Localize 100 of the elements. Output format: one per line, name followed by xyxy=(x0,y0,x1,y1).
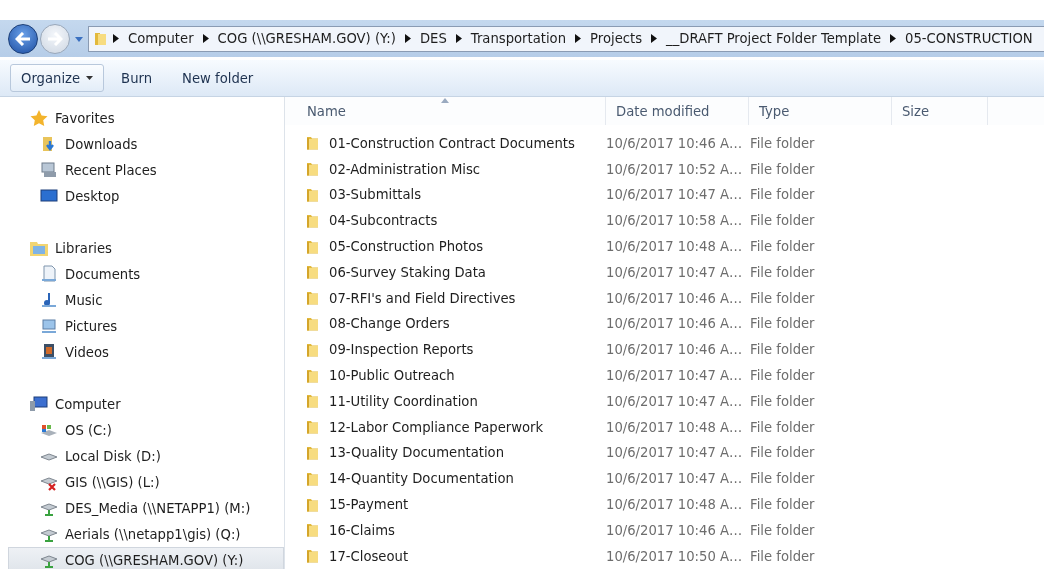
chevron-icon[interactable] xyxy=(202,34,209,43)
address-bar[interactable]: Computer COG (\\GRESHAM.GOV) (Y:) DES Transportation Projects __DRAFT Project Folder Template 05-CONSTRUCTION xyxy=(88,25,1044,52)
library-icon xyxy=(29,239,49,257)
file-type: File folder xyxy=(750,135,815,151)
navigation-item[interactable]: Desktop xyxy=(8,183,284,209)
file-name[interactable]: 15-Payment xyxy=(329,497,409,512)
folder-icon xyxy=(305,548,321,565)
navigation-item[interactable]: Documents xyxy=(8,261,284,287)
toolbar-button[interactable]: New folder xyxy=(169,64,267,92)
date-modified: 10/6/2017 10:47 A… xyxy=(606,368,743,383)
column-header[interactable]: Type xyxy=(749,97,892,126)
navigation-item[interactable]: OS (C:) xyxy=(8,417,284,443)
breadcrumb-item[interactable]: Projects xyxy=(585,31,648,46)
column-header[interactable]: Name xyxy=(297,97,606,126)
file-type: File folder xyxy=(750,497,815,512)
navigation-item[interactable]: GIS (\\GIS) (L:) xyxy=(8,469,284,495)
file-name[interactable]: 13-Quality Documentation xyxy=(329,445,504,461)
folder-icon xyxy=(305,238,321,255)
file-name[interactable]: 17-Closeout xyxy=(329,548,409,564)
breadcrumb-item[interactable]: COG (\\GRESHAM.GOV) (Y:) xyxy=(212,31,401,46)
caret-icon xyxy=(86,76,94,80)
file-name[interactable]: 01-Construction Contract Documents xyxy=(329,135,575,151)
recent-places-icon xyxy=(39,161,59,179)
navigation-item[interactable]: COG (\\GRESHAM.GOV) (Y:) xyxy=(8,547,284,569)
file-name[interactable]: 12-Labor Compliance Paperwork xyxy=(329,419,544,435)
date-modified: 10/6/2017 10:46 A… xyxy=(606,342,743,358)
navigation-item[interactable]: Videos xyxy=(8,339,284,365)
breadcrumb-item[interactable]: Transportation xyxy=(465,31,572,46)
navigation-item[interactable]: DES_Media (\\NETAPP1) (M:) xyxy=(8,495,284,521)
date-modified: 10/6/2017 10:46 A… xyxy=(606,522,743,538)
chevron-icon[interactable] xyxy=(575,34,582,43)
chevron-icon[interactable] xyxy=(890,34,897,43)
folder-icon xyxy=(305,444,321,461)
file-name[interactable]: 09-Inspection Reports xyxy=(329,342,474,358)
date-modified: 10/6/2017 10:52 A… xyxy=(606,161,743,177)
date-modified: 10/6/2017 10:48 A… xyxy=(606,497,743,512)
chevron-icon[interactable] xyxy=(113,34,119,43)
folder-icon xyxy=(305,315,321,332)
chevron-icon[interactable] xyxy=(455,34,462,43)
date-modified: 10/6/2017 10:46 A… xyxy=(606,135,743,151)
navigation-item[interactable]: Music xyxy=(8,287,284,313)
date-modified: 10/6/2017 10:48 A… xyxy=(606,419,743,435)
navigation-item[interactable]: Local Disk (D:) xyxy=(8,443,284,469)
file-name[interactable]: 11-Utility Coordination xyxy=(329,393,478,409)
folder-icon xyxy=(305,186,321,203)
file-name[interactable]: 14-Quantity Documentation xyxy=(329,471,514,487)
date-modified: 10/6/2017 10:47 A… xyxy=(606,393,743,409)
back-arrow-icon xyxy=(15,31,31,46)
file-type: File folder xyxy=(750,316,815,332)
navigation-item[interactable]: Libraries xyxy=(8,235,284,261)
folder-icon xyxy=(305,367,321,384)
column-header[interactable]: Size xyxy=(892,97,988,126)
file-type: File folder xyxy=(750,187,815,203)
navigation-item[interactable]: Computer xyxy=(8,391,284,417)
desktop-icon xyxy=(39,187,59,205)
navigation-item[interactable]: Favorites xyxy=(8,105,284,131)
navigation-item[interactable]: Aerials (\\netapp1\gis) (Q:) xyxy=(8,521,284,547)
column-header[interactable]: Date modified xyxy=(606,97,749,126)
toolbar-button[interactable]: Burn xyxy=(108,64,166,92)
folder-icon xyxy=(305,161,321,178)
chevron-icon[interactable] xyxy=(404,34,411,43)
breadcrumb-item[interactable]: DES xyxy=(414,31,452,46)
folder-icon xyxy=(305,393,321,410)
date-modified: 10/6/2017 10:46 A… xyxy=(606,316,743,332)
breadcrumb-item[interactable]: 05-CONSTRUCTION xyxy=(900,31,1038,46)
file-name[interactable]: 05-Construction Photos xyxy=(329,239,484,255)
date-modified: 10/6/2017 10:48 A… xyxy=(606,239,743,255)
file-type: File folder xyxy=(750,419,815,435)
navigation-item[interactable]: Pictures xyxy=(8,313,284,339)
file-name[interactable]: 10-Public Outreach xyxy=(329,368,455,383)
file-type: File folder xyxy=(750,161,815,177)
music-note-icon xyxy=(39,291,59,309)
date-modified: 10/6/2017 10:47 A… xyxy=(606,445,743,461)
file-type: File folder xyxy=(750,445,815,461)
file-type: File folder xyxy=(750,239,815,255)
file-name[interactable]: 07-RFI's and Field Directives xyxy=(329,290,516,306)
recent-pages-caret-icon[interactable] xyxy=(74,34,84,43)
file-type: File folder xyxy=(750,342,815,358)
file-name[interactable]: 16-Claims xyxy=(329,522,395,538)
folder-icon xyxy=(305,264,321,281)
date-modified: 10/6/2017 10:47 A… xyxy=(606,187,743,203)
file-name[interactable]: 08-Change Orders xyxy=(329,316,450,332)
folder-icon xyxy=(305,290,321,307)
file-type: File folder xyxy=(750,213,815,229)
folder-icon xyxy=(305,135,321,152)
navigation-item[interactable]: Downloads xyxy=(8,131,284,157)
file-name[interactable]: 03-Submittals xyxy=(329,187,422,203)
navigation-item[interactable]: Recent Places xyxy=(8,157,284,183)
chevron-icon[interactable] xyxy=(651,34,658,43)
folder-icon xyxy=(305,212,321,229)
back-button[interactable] xyxy=(8,23,38,54)
toolbar-button[interactable]: Organize xyxy=(10,64,105,92)
breadcrumb-item[interactable]: Computer xyxy=(123,31,199,46)
file-name[interactable]: 06-Survey Staking Data xyxy=(329,264,486,280)
breadcrumb-item[interactable]: __DRAFT Project Folder Template xyxy=(661,31,887,46)
file-name[interactable]: 04-Subcontracts xyxy=(329,213,438,229)
file-type: File folder xyxy=(750,522,815,538)
folder-icon xyxy=(305,419,321,436)
date-modified: 10/6/2017 10:50 A… xyxy=(606,548,743,564)
file-name[interactable]: 02-Administration Misc xyxy=(329,161,481,177)
